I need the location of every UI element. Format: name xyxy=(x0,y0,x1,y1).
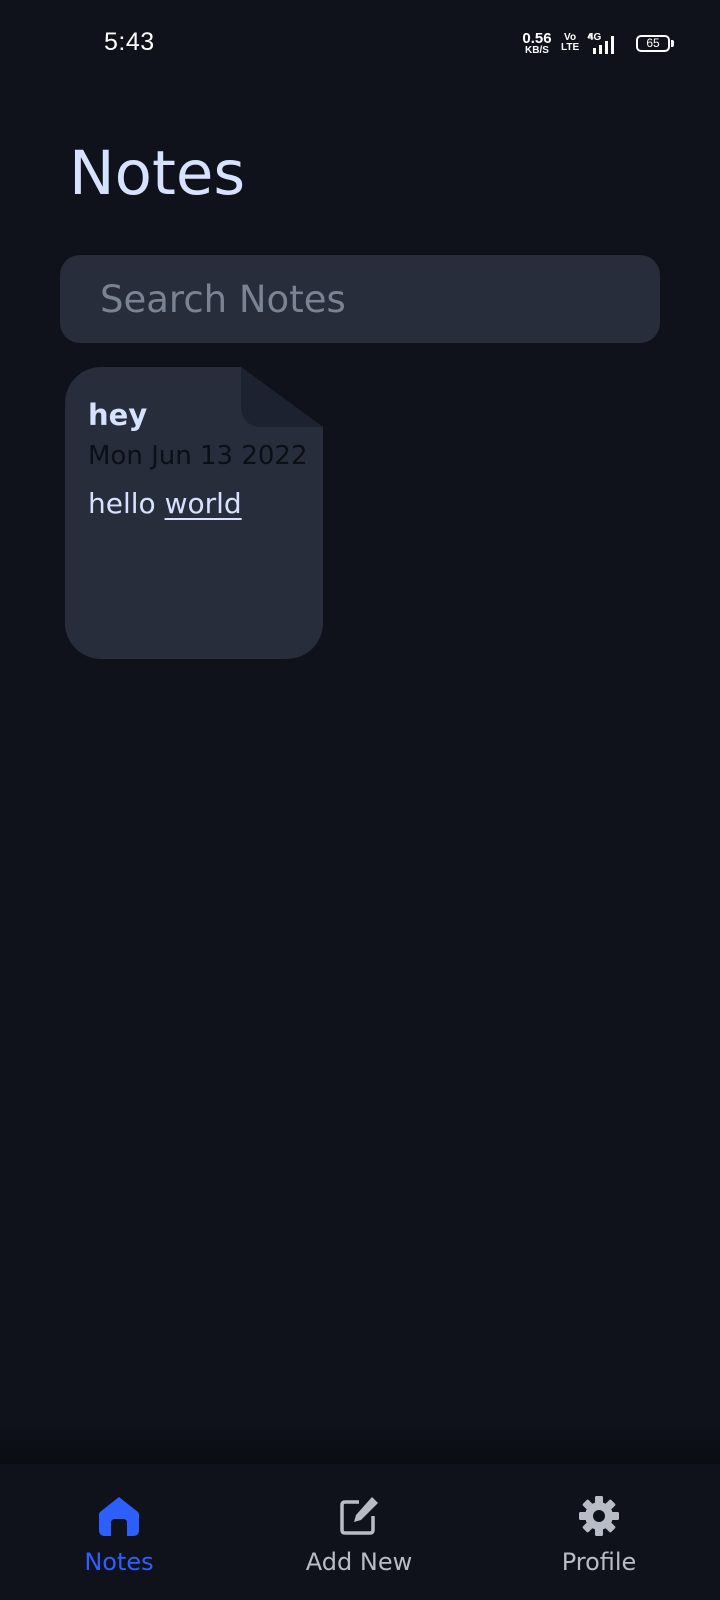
status-time: 5:43 xyxy=(104,28,155,56)
page-title: Notes xyxy=(69,138,246,209)
nav-label-profile: Profile xyxy=(561,1548,637,1576)
battery-level: 65 xyxy=(646,36,660,50)
network-speed-value: 0.56 xyxy=(522,30,552,47)
edit-icon xyxy=(340,1497,378,1535)
volte-bottom-label: LTE xyxy=(561,42,580,53)
note-body: hello world xyxy=(88,486,242,522)
note-folded-corner xyxy=(241,367,323,427)
network-speed-unit: KB/S xyxy=(525,45,549,56)
status-bar: 5:43 0.56 KB/S Vo LTE 4G 65 xyxy=(0,0,720,88)
home-icon xyxy=(99,1497,139,1536)
volte-icon: Vo LTE xyxy=(561,33,579,53)
nav-item-notes[interactable]: Notes xyxy=(19,1464,219,1584)
battery-tip xyxy=(671,40,674,47)
signal-icon: 4G xyxy=(586,32,626,55)
nav-item-add-new[interactable]: Add New xyxy=(259,1464,459,1584)
bottom-navigation: Notes Add New Profile xyxy=(0,1464,720,1600)
nav-label-add-new: Add New xyxy=(305,1548,413,1576)
gear-icon xyxy=(579,1496,619,1536)
note-date: Mon Jun 13 2022 xyxy=(88,441,308,471)
notes-screen: 5:43 0.56 KB/S Vo LTE 4G 65 Notes Search… xyxy=(0,0,720,1600)
bottom-nav-shadow xyxy=(0,1418,720,1464)
nav-label-notes: Notes xyxy=(84,1548,154,1576)
note-body-text: hello xyxy=(88,487,165,520)
note-title: hey xyxy=(88,398,148,432)
network-type-label: 4G xyxy=(588,32,602,43)
note-body-underlined-text: world xyxy=(164,487,242,520)
network-speed: 0.56 KB/S xyxy=(519,31,555,56)
search-box[interactable] xyxy=(60,255,660,343)
nav-item-profile[interactable]: Profile xyxy=(499,1464,699,1584)
search-input[interactable] xyxy=(60,255,660,343)
battery-icon: 65 xyxy=(636,35,670,52)
